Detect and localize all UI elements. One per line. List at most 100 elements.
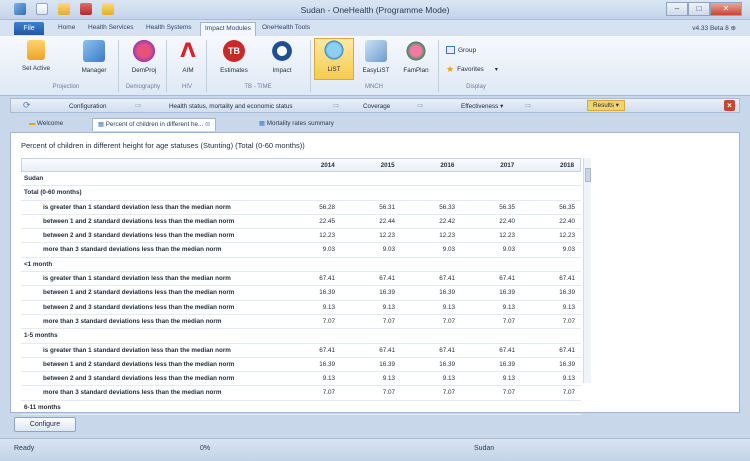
column-header-2016[interactable]: 2016 (401, 159, 461, 171)
table-cell[interactable]: 67.41 (341, 272, 401, 285)
favorites-dropdown[interactable]: ★ Favorites ▾ (446, 64, 498, 75)
table-cell[interactable]: 12.23 (281, 229, 341, 242)
table-cell[interactable]: 67.41 (461, 272, 521, 285)
tab-mortality-summary[interactable]: ▦ Mortality rates summary (254, 118, 339, 131)
column-header-2015[interactable]: 2015 (341, 159, 401, 171)
table-cell[interactable]: 16.39 (461, 358, 521, 371)
table-cell[interactable]: 67.41 (281, 272, 341, 285)
column-header-2014[interactable]: 2014 (281, 159, 341, 171)
tab-welcome[interactable]: ▬ Welcome (24, 118, 68, 131)
table-cell[interactable]: 9.03 (461, 243, 521, 256)
table-cell[interactable]: 16.39 (401, 286, 461, 299)
table-cell[interactable]: 7.07 (341, 386, 401, 399)
aim-button[interactable]: ᐱ AIM (168, 40, 208, 74)
table-cell[interactable]: 67.41 (521, 272, 581, 285)
group-toggle[interactable]: Group (446, 46, 476, 54)
table-cell[interactable]: 9.13 (341, 372, 401, 385)
table-cell[interactable]: 9.03 (521, 243, 581, 256)
table-cell[interactable]: 16.39 (341, 286, 401, 299)
table-cell[interactable]: 9.13 (521, 301, 581, 314)
table-cell[interactable]: 56.35 (521, 201, 581, 214)
tab-home[interactable]: Home (58, 24, 75, 31)
table-cell[interactable]: 22.45 (281, 215, 341, 228)
table-cell[interactable]: 67.41 (401, 344, 461, 357)
table-cell[interactable]: 9.03 (341, 243, 401, 256)
tab-impact-modules[interactable]: Impact Modules (200, 22, 256, 36)
easylist-button[interactable]: EasyLiST (356, 40, 396, 74)
table-cell[interactable]: 7.07 (401, 386, 461, 399)
workflow-coverage[interactable]: Coverage (363, 103, 390, 110)
table-cell[interactable]: 67.41 (521, 344, 581, 357)
table-cell[interactable]: 7.07 (401, 315, 461, 328)
list-button[interactable]: LiST (314, 38, 354, 80)
scrollbar-thumb[interactable] (585, 168, 591, 182)
table-cell[interactable]: 7.07 (461, 315, 521, 328)
table-cell[interactable]: 7.07 (281, 386, 341, 399)
table-cell[interactable]: 67.41 (341, 344, 401, 357)
set-active-button[interactable]: Set Active (16, 40, 56, 72)
table-cell[interactable]: 9.13 (461, 301, 521, 314)
table-cell[interactable]: 56.28 (281, 201, 341, 214)
workflow-results[interactable]: Results ▾ (587, 100, 625, 111)
help-round-icon[interactable]: ⊕ (731, 25, 736, 32)
demproj-button[interactable]: DemProj (124, 40, 164, 74)
column-header-2017[interactable]: 2017 (460, 159, 520, 171)
table-cell[interactable]: 16.39 (521, 286, 581, 299)
table-cell[interactable]: 16.39 (281, 286, 341, 299)
tab-percent-children[interactable]: ▦ Percent of children in different he...… (92, 118, 217, 131)
tab-file[interactable]: File (14, 22, 44, 35)
table-cell[interactable]: 9.03 (281, 243, 341, 256)
impact-button[interactable]: Impact (262, 40, 302, 74)
minimize-button[interactable]: – (666, 2, 688, 16)
table-cell[interactable]: 56.31 (341, 201, 401, 214)
configure-button[interactable]: Configure (14, 417, 76, 432)
close-workflow-icon[interactable]: × (724, 100, 735, 111)
table-cell[interactable]: 9.13 (401, 301, 461, 314)
table-cell[interactable]: 7.07 (341, 315, 401, 328)
table-cell[interactable]: 22.40 (521, 215, 581, 228)
tb-estimates-button[interactable]: TB Estimates (214, 40, 254, 74)
workflow-effectiveness[interactable]: Effectiveness ▾ (461, 103, 503, 110)
table-cell[interactable]: 9.13 (281, 301, 341, 314)
table-cell[interactable]: 67.41 (401, 272, 461, 285)
table-cell[interactable]: 67.41 (461, 344, 521, 357)
table-cell[interactable]: 16.39 (401, 358, 461, 371)
table-cell[interactable]: 9.13 (401, 372, 461, 385)
tab-onehealth-tools[interactable]: OneHealth Tools (262, 24, 310, 31)
table-cell[interactable]: 12.23 (461, 229, 521, 242)
table-cell[interactable]: 9.13 (341, 301, 401, 314)
workflow-configuration[interactable]: Configuration (69, 103, 106, 110)
famplan-button[interactable]: FamPlan (396, 40, 436, 74)
table-cell[interactable]: 9.13 (461, 372, 521, 385)
table-cell[interactable]: 56.35 (461, 201, 521, 214)
workflow-health-status[interactable]: Health status, mortality and economic st… (169, 103, 293, 110)
table-cell[interactable]: 12.23 (521, 229, 581, 242)
column-header-2018[interactable]: 2018 (520, 159, 580, 171)
table-cell[interactable]: 16.39 (341, 358, 401, 371)
close-tab-icon[interactable]: ⊠ (205, 121, 210, 128)
table-cell[interactable]: 9.03 (401, 243, 461, 256)
table-cell[interactable]: 7.07 (281, 315, 341, 328)
table-cell[interactable]: 12.23 (341, 229, 401, 242)
table-cell[interactable]: 67.41 (281, 344, 341, 357)
table-cell[interactable]: 16.39 (461, 286, 521, 299)
close-button[interactable]: ✕ (710, 2, 742, 16)
table-cell[interactable]: 16.39 (281, 358, 341, 371)
table-cell[interactable]: 7.07 (521, 386, 581, 399)
table-cell[interactable]: 22.42 (401, 215, 461, 228)
tab-health-services[interactable]: Health Services (88, 24, 134, 31)
table-cell[interactable]: 12.23 (401, 229, 461, 242)
table-cell[interactable]: 9.13 (521, 372, 581, 385)
table-cell[interactable]: 7.07 (461, 386, 521, 399)
table-cell[interactable]: 7.07 (521, 315, 581, 328)
table-cell[interactable]: 56.33 (401, 201, 461, 214)
tab-health-systems[interactable]: Health Systems (146, 24, 192, 31)
table-cell[interactable]: 9.13 (281, 372, 341, 385)
table-cell[interactable]: 22.44 (341, 215, 401, 228)
maximize-button[interactable]: □ (688, 2, 710, 16)
table-cell[interactable]: 16.39 (521, 358, 581, 371)
table-cell (341, 258, 401, 271)
vertical-scrollbar[interactable] (583, 158, 591, 383)
manager-button[interactable]: Manager (74, 40, 114, 74)
table-cell[interactable]: 22.40 (461, 215, 521, 228)
